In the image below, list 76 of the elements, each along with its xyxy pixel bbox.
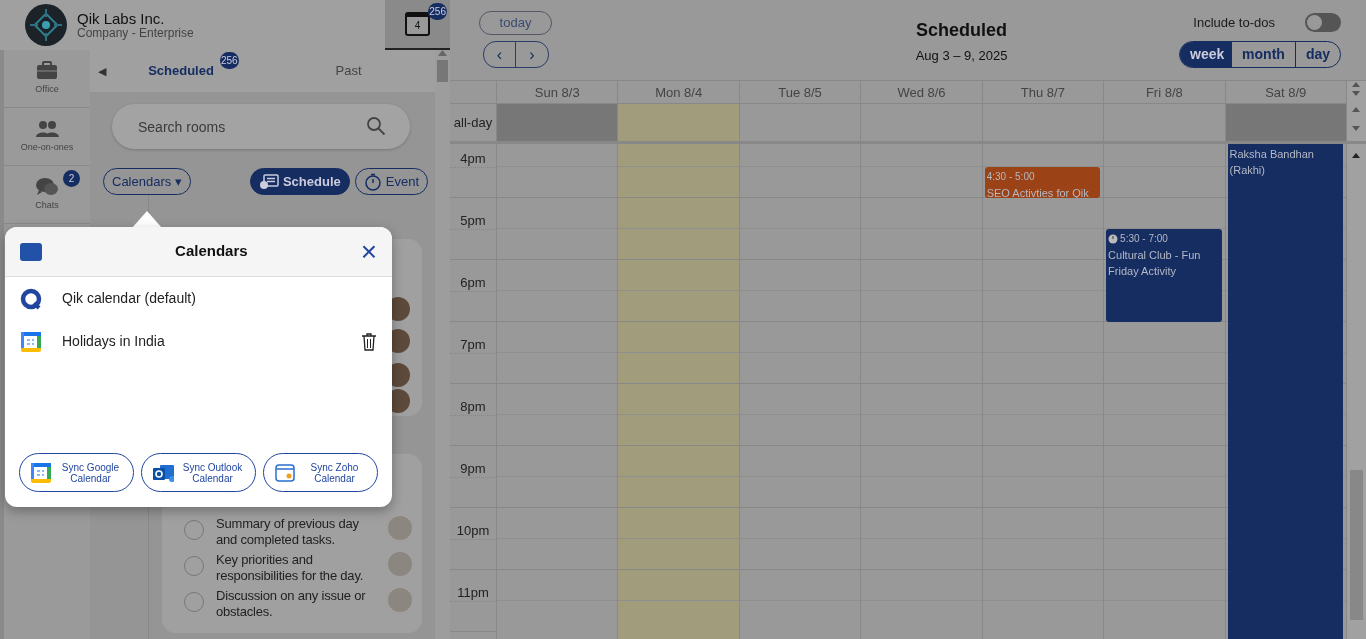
rail-item[interactable]: One-on-ones bbox=[4, 108, 90, 166]
todo-text: Key priorities and responsibilities for the day. bbox=[216, 552, 365, 584]
q-logo-icon bbox=[20, 287, 42, 310]
toggle-label: Include to-dos bbox=[1193, 14, 1275, 32]
prev-button[interactable]: ‹ bbox=[484, 42, 516, 67]
count-badge: 2 bbox=[63, 170, 80, 187]
avatar bbox=[388, 588, 412, 612]
calendar-day: 4 bbox=[414, 18, 421, 33]
scrollbar-thumb bbox=[437, 60, 448, 82]
todo-text: Summary of previous day and completed tasks. bbox=[216, 516, 360, 548]
wallet-calendar-icon bbox=[274, 461, 296, 484]
scroll-arrows-icon bbox=[1352, 81, 1361, 97]
count-badge: 256 bbox=[428, 3, 447, 20]
hour-label: 5pm bbox=[460, 212, 486, 230]
search-field[interactable]: Search rooms bbox=[112, 104, 410, 149]
hour-label: 8pm bbox=[460, 398, 486, 416]
rail-label: Office bbox=[35, 83, 59, 97]
rail-item[interactable]: Chats 2 bbox=[4, 166, 90, 224]
all-day-cell[interactable] bbox=[618, 104, 740, 144]
hour-label: 10pm bbox=[456, 522, 490, 540]
panel-tab[interactable]: Past bbox=[256, 61, 435, 81]
calendar-name[interactable]: Holidays in India bbox=[62, 331, 341, 352]
avatar bbox=[388, 516, 412, 540]
all-day-label: all-day bbox=[453, 113, 493, 132]
hour-label: 11pm bbox=[457, 584, 489, 602]
hour-label: 6pm bbox=[460, 274, 486, 292]
google-calendar-icon bbox=[20, 330, 42, 353]
trash-icon[interactable] bbox=[361, 332, 377, 351]
sync-button[interactable]: Sync Outlook Calendar bbox=[141, 453, 256, 492]
briefcase-icon bbox=[35, 60, 59, 82]
view-tab[interactable]: month bbox=[1231, 41, 1295, 67]
view-tab[interactable]: week bbox=[1180, 41, 1232, 67]
calendar-tab[interactable]: 4 256 bbox=[385, 0, 450, 50]
search-icon bbox=[366, 116, 386, 136]
hour-label: 4pm bbox=[460, 150, 486, 168]
chat-bubbles-icon bbox=[35, 176, 59, 198]
event-time: 5:30 - 7:00 bbox=[1120, 232, 1168, 246]
view-tab[interactable]: day bbox=[1294, 41, 1340, 67]
rail-label: Chats bbox=[35, 199, 59, 213]
close-button[interactable]: × bbox=[360, 239, 377, 264]
calendar-event[interactable]: Raksha Bandhan (Rakhi) bbox=[1227, 144, 1343, 639]
people-icon bbox=[35, 118, 59, 140]
logo-icon bbox=[25, 4, 67, 46]
include-todos-toggle[interactable] bbox=[1305, 13, 1341, 33]
popover-title: Calendars bbox=[175, 241, 248, 262]
event-title: Raksha Bandhan (Rakhi) bbox=[1229, 147, 1315, 178]
google-calendar-icon bbox=[30, 461, 52, 484]
all-day-cell[interactable] bbox=[739, 104, 862, 144]
rail-item[interactable]: Office bbox=[4, 50, 90, 108]
calendar-name[interactable]: Qik calendar (default) bbox=[62, 288, 377, 309]
calendar-color-icon bbox=[20, 242, 42, 261]
scroll-up-icon bbox=[1352, 152, 1361, 158]
event-time: 4:30 - 5:00 bbox=[986, 170, 1035, 184]
count-badge: 256 bbox=[220, 52, 239, 69]
avatar bbox=[388, 552, 412, 576]
date-range: Aug 3 – 9, 2025 bbox=[915, 47, 1008, 65]
calendar-event[interactable]: 5:30 - 7:00 Cultural Club - Fun Friday Activity bbox=[1106, 229, 1222, 322]
company-plan: Company - Enterprise bbox=[77, 27, 194, 40]
hour-label: 9pm bbox=[460, 460, 486, 478]
rail-label: One-on-ones bbox=[20, 141, 74, 155]
todo-text: Discussion on any issue or obstacles. bbox=[216, 588, 367, 620]
all-day-cell[interactable] bbox=[1225, 104, 1347, 144]
clock-icon bbox=[1108, 234, 1119, 244]
hour-label: 7pm bbox=[460, 336, 486, 354]
sync-button[interactable]: Sync Zoho Calendar bbox=[263, 453, 378, 492]
back-arrow[interactable]: ◀ bbox=[98, 62, 106, 80]
stopwatch-icon bbox=[363, 172, 382, 191]
all-day-cell[interactable] bbox=[497, 104, 619, 144]
sync-button[interactable]: Sync Google Calendar bbox=[19, 453, 134, 492]
schedule-button[interactable]: Schedule bbox=[249, 168, 350, 195]
schedule-icon bbox=[258, 173, 279, 190]
all-day-cell[interactable] bbox=[1104, 104, 1226, 144]
next-button[interactable]: › bbox=[516, 42, 548, 67]
company-name: Qik Labs Inc. bbox=[77, 10, 166, 27]
event-title: Cultural Club - Fun Friday Activity bbox=[1108, 248, 1202, 279]
calendar-title: Scheduled bbox=[916, 19, 1008, 41]
